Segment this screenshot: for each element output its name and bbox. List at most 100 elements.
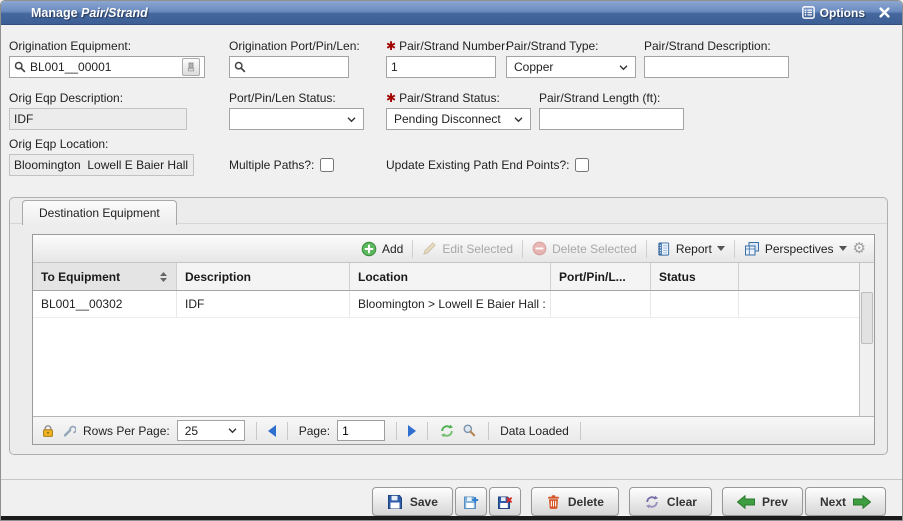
window-bottom-edge bbox=[1, 516, 902, 520]
destination-equipment-panel: Destination Equipment Add Edit Selected bbox=[9, 197, 888, 455]
manage-pair-strand-dialog: Manage Pair/Strand Options Origination E… bbox=[0, 0, 903, 521]
delete-button[interactable]: Delete bbox=[531, 487, 619, 516]
grid-main: To Equipment Description Location Port/P… bbox=[33, 263, 874, 416]
arrow-right-icon bbox=[853, 495, 871, 509]
close-button[interactable] bbox=[879, 7, 890, 18]
origination-port-pin-len-field: Origination Port/Pin/Len: bbox=[229, 39, 349, 78]
cell-description: IDF bbox=[177, 291, 350, 317]
pair-strand-length-label: Pair/Strand Length (ft): bbox=[539, 91, 684, 105]
perspectives-button[interactable]: Perspectives bbox=[744, 241, 847, 257]
footer-separator bbox=[396, 422, 397, 440]
column-header-port-pin-len[interactable]: Port/Pin/L... bbox=[551, 263, 651, 290]
cell-to-equipment: BL001__00302 bbox=[33, 291, 177, 317]
vertical-scrollbar[interactable] bbox=[859, 263, 874, 416]
clear-refresh-icon bbox=[644, 494, 660, 510]
save-button[interactable]: Save bbox=[372, 487, 453, 516]
grid-footer: Rows Per Page: 25 Page: bbox=[33, 416, 874, 444]
origination-port-pin-len-input[interactable] bbox=[250, 58, 344, 76]
pencil-icon bbox=[422, 241, 437, 256]
port-pin-len-status-select[interactable] bbox=[229, 108, 364, 130]
cell-location: Bloomington > Lowell E Baier Hall : ... bbox=[350, 291, 551, 317]
save-add-button[interactable] bbox=[455, 487, 487, 516]
add-icon bbox=[361, 241, 377, 257]
search-icon[interactable] bbox=[462, 423, 477, 438]
update-existing-path-end-points-field: Update Existing Path End Points?: bbox=[386, 158, 589, 172]
toolbar-separator bbox=[646, 240, 647, 258]
footer-separator bbox=[427, 422, 428, 440]
rows-per-page-select[interactable]: 25 bbox=[177, 420, 245, 441]
delete-selected-button[interactable]: Delete Selected bbox=[532, 241, 637, 256]
perspectives-icon bbox=[744, 241, 760, 257]
chevron-down-icon bbox=[619, 64, 628, 71]
column-header-to-equipment[interactable]: To Equipment bbox=[33, 263, 177, 290]
origination-equipment-label: Origination Equipment: bbox=[9, 39, 205, 53]
add-button[interactable]: Add bbox=[361, 241, 403, 257]
rows-per-page-label: Rows Per Page: bbox=[83, 424, 170, 438]
sort-icon bbox=[159, 271, 168, 283]
gear-icon[interactable]: ⚙ bbox=[853, 241, 866, 256]
column-header-location[interactable]: Location bbox=[350, 263, 551, 290]
pair-strand-type-field: Pair/Strand Type: Copper bbox=[506, 39, 636, 78]
search-icon bbox=[14, 61, 26, 73]
toolbar-separator bbox=[522, 240, 523, 258]
prev-button[interactable]: Prev bbox=[722, 487, 803, 516]
orig-eqp-description-label: Orig Eqp Description: bbox=[9, 91, 187, 105]
scrollbar-thumb[interactable] bbox=[861, 292, 873, 344]
pair-strand-type-select[interactable]: Copper bbox=[506, 56, 636, 78]
table-row[interactable]: BL001__00302 IDF Bloomington > Lowell E … bbox=[33, 291, 874, 318]
footer-separator bbox=[488, 422, 489, 440]
save-remove-icon bbox=[497, 494, 513, 510]
lock-icon[interactable] bbox=[41, 424, 55, 438]
remove-circle-icon bbox=[532, 241, 547, 256]
arrow-left-icon bbox=[737, 495, 755, 509]
chevron-down-icon bbox=[514, 116, 523, 123]
bottom-divider bbox=[1, 479, 902, 480]
multiple-paths-checkbox[interactable] bbox=[320, 158, 334, 172]
next-page-icon[interactable] bbox=[408, 425, 416, 437]
orig-eqp-location-input bbox=[14, 156, 189, 174]
refresh-icon[interactable] bbox=[439, 423, 455, 439]
port-pin-len-status-label: Port/Pin/Len Status: bbox=[229, 91, 364, 105]
next-button[interactable]: Next bbox=[805, 487, 886, 516]
pair-strand-number-label: Pair/Strand Number: bbox=[399, 39, 508, 53]
edit-selected-button[interactable]: Edit Selected bbox=[422, 241, 513, 256]
update-existing-path-end-points-label: Update Existing Path End Points?: bbox=[386, 158, 569, 172]
footer-separator bbox=[287, 422, 288, 440]
pair-strand-length-input[interactable] bbox=[544, 110, 679, 128]
tab-destination-equipment[interactable]: Destination Equipment bbox=[22, 200, 177, 225]
caret-down-icon bbox=[717, 246, 725, 251]
column-header-status[interactable]: Status bbox=[651, 263, 739, 290]
clear-equipment-button[interactable] bbox=[182, 58, 200, 76]
grid-toolbar: Add Edit Selected Delete Selected bbox=[33, 235, 874, 263]
page-input[interactable] bbox=[337, 420, 385, 441]
toolbar-separator bbox=[734, 240, 735, 258]
footer-separator bbox=[256, 422, 257, 440]
close-icon bbox=[879, 7, 890, 18]
previous-page-icon[interactable] bbox=[268, 425, 276, 437]
required-asterisk: ✱ bbox=[386, 91, 396, 105]
options-button[interactable]: Options bbox=[802, 6, 865, 20]
report-button[interactable]: Report bbox=[656, 241, 725, 257]
update-existing-path-end-points-checkbox[interactable] bbox=[575, 158, 589, 172]
pair-strand-status-label: Pair/Strand Status: bbox=[399, 91, 500, 105]
options-label: Options bbox=[820, 6, 865, 20]
destination-equipment-grid: Add Edit Selected Delete Selected bbox=[32, 234, 875, 445]
orig-eqp-description-field: Orig Eqp Description: bbox=[9, 91, 187, 130]
pair-strand-status-field: ✱Pair/Strand Status: Pending Disconnect bbox=[386, 91, 531, 130]
save-plus-icon bbox=[463, 494, 479, 510]
wrench-icon[interactable] bbox=[62, 424, 76, 438]
save-icon bbox=[387, 494, 403, 510]
pair-strand-status-select[interactable]: Pending Disconnect bbox=[386, 108, 531, 130]
chevron-down-icon bbox=[228, 427, 237, 434]
status-text: Data Loaded bbox=[500, 424, 569, 438]
clear-button[interactable]: Clear bbox=[629, 487, 712, 516]
save-close-button[interactable] bbox=[489, 487, 521, 516]
pair-strand-description-label: Pair/Strand Description: bbox=[644, 39, 789, 53]
origination-equipment-input[interactable] bbox=[30, 58, 180, 76]
search-icon bbox=[234, 61, 246, 73]
trash-icon bbox=[546, 494, 561, 510]
eraser-icon bbox=[186, 62, 196, 73]
pair-strand-number-input[interactable] bbox=[391, 58, 491, 76]
column-header-description[interactable]: Description bbox=[177, 263, 350, 290]
pair-strand-description-input[interactable] bbox=[649, 58, 784, 76]
